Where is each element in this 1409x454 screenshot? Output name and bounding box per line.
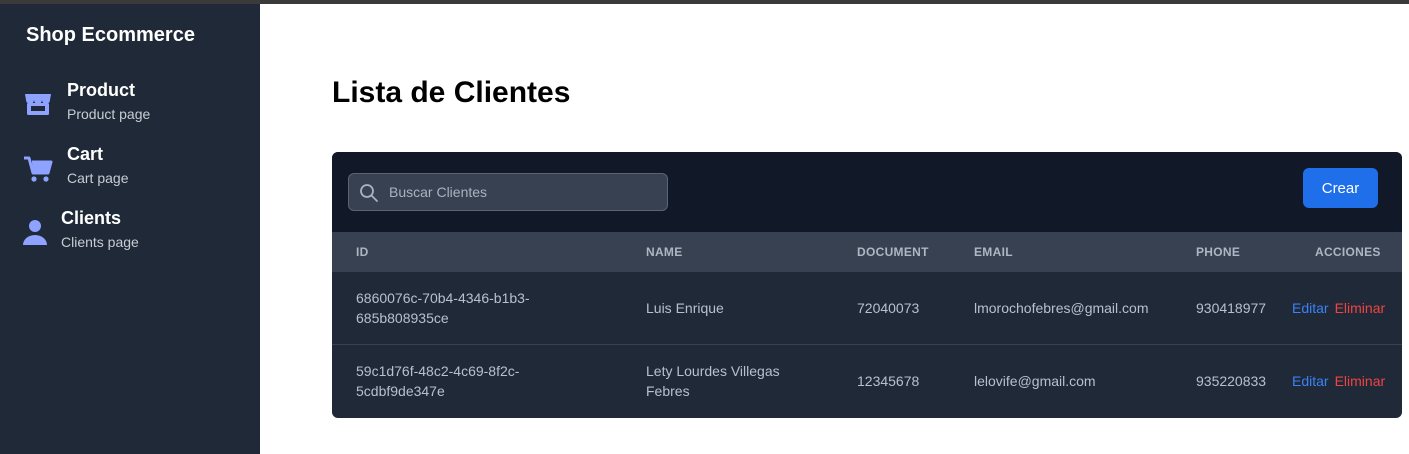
cell-email: lmorochofebres@gmail.com [974, 300, 1149, 316]
table-row: 6860076c-70b4-4346-b1b3- 685b808935ce Lu… [332, 272, 1402, 345]
sidebar-item-label: Product [67, 80, 136, 100]
column-header-document: DOCUMENT [857, 245, 929, 259]
search-input[interactable] [389, 174, 659, 210]
column-header-email: EMAIL [974, 245, 1013, 259]
clients-table-card: Crear ID NAME DOCUMENT EMAIL PHONE ACCIO… [332, 152, 1402, 418]
create-button[interactable]: Crear [1303, 168, 1378, 208]
cell-id: 6860076c-70b4-4346-b1b3- 685b808935ce [356, 290, 530, 326]
column-header-phone: PHONE [1196, 245, 1241, 259]
sidebar-item-sublabel: Cart page [67, 170, 129, 186]
cell-actions: Editar Eliminar [1292, 371, 1385, 391]
edit-link[interactable]: Editar [1292, 300, 1329, 316]
column-header-name: NAME [646, 245, 683, 259]
delete-link[interactable]: Eliminar [1335, 300, 1386, 316]
sidebar-item-cart[interactable]: Cart Cart page [22, 144, 242, 200]
sidebar-item-product[interactable]: Product Product page [22, 80, 242, 136]
main-content: Lista de Clientes Crear ID NAME DOCUMENT… [260, 4, 1409, 454]
sidebar: Shop Ecommerce Product Product page Cart… [0, 4, 260, 454]
store-icon [22, 88, 54, 120]
table-header: ID NAME DOCUMENT EMAIL PHONE ACCIONES [332, 232, 1402, 272]
sidebar-item-clients[interactable]: Clients Clients page [22, 208, 242, 264]
cell-name: Lety Lourdes Villegas Febres [646, 363, 780, 399]
sidebar-item-label: Clients [61, 208, 122, 228]
column-header-id: ID [356, 245, 369, 259]
column-header-actions: ACCIONES [1315, 245, 1381, 259]
cell-phone: 935220833 [1196, 373, 1267, 389]
sidebar-item-sublabel: Product page [67, 106, 151, 122]
search-icon [359, 183, 379, 203]
cell-document: 12345678 [857, 373, 920, 389]
sidebar-item-label: Cart [67, 144, 104, 164]
page-title: Lista de Clientes [332, 76, 571, 109]
search-box[interactable] [348, 173, 668, 211]
cell-document: 72040073 [857, 300, 920, 316]
cell-name: Luis Enrique [646, 300, 724, 316]
cell-phone: 930418977 [1196, 300, 1267, 316]
brand-title: Shop Ecommerce [26, 24, 195, 46]
cell-email: lelovife@gmail.com [974, 373, 1096, 389]
edit-link[interactable]: Editar [1292, 373, 1329, 389]
table-toolbar: Crear [332, 152, 1402, 232]
delete-link[interactable]: Eliminar [1335, 373, 1386, 389]
sidebar-item-sublabel: Clients page [61, 234, 139, 250]
cart-icon [22, 152, 54, 184]
cell-actions: Editar Eliminar [1292, 298, 1385, 318]
table-row: 59c1d76f-48c2-4c69-8f2c- 5cdbf9de347e Le… [332, 345, 1402, 418]
user-icon [22, 216, 48, 248]
cell-id: 59c1d76f-48c2-4c69-8f2c- 5cdbf9de347e [356, 363, 520, 399]
